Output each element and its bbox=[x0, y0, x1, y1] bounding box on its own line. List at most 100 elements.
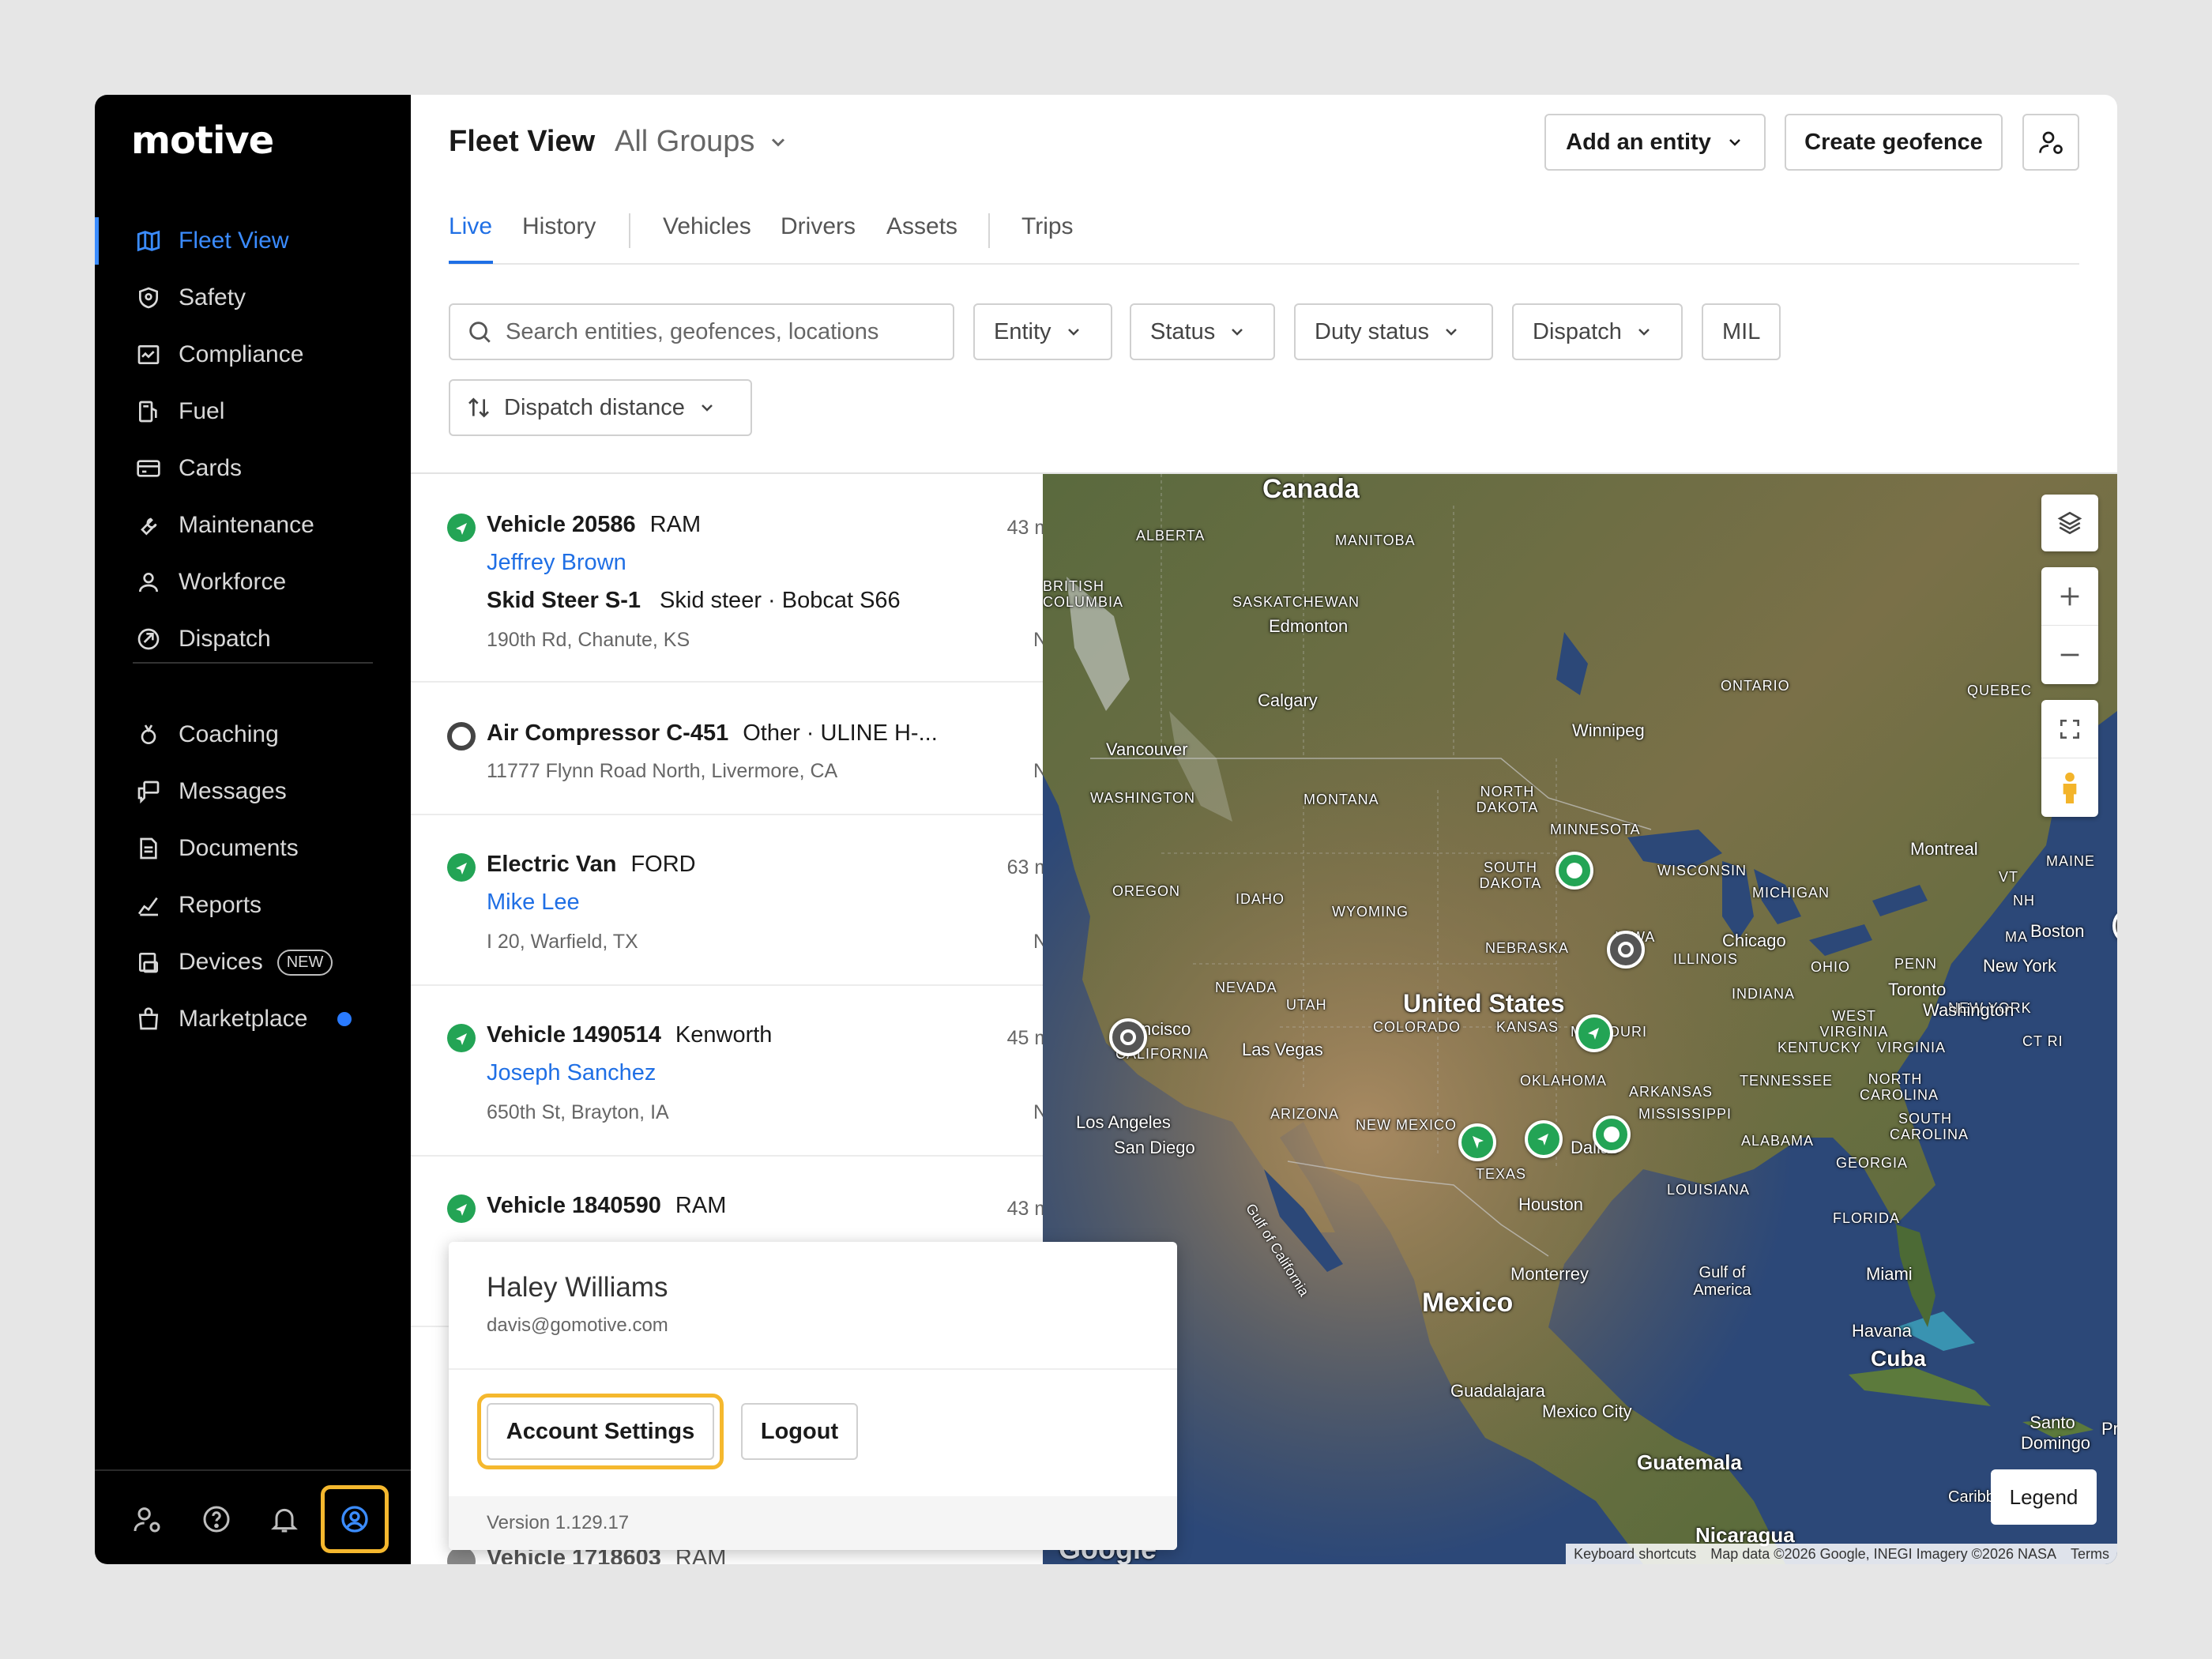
sidebar-item-maintenance[interactable]: Maintenance bbox=[95, 502, 411, 549]
entity-title: Electric Van FORD bbox=[487, 852, 696, 878]
moving-status-icon bbox=[447, 514, 476, 542]
list-item[interactable]: Air Compressor C-451 Other · ULINE H-... … bbox=[411, 683, 1122, 815]
list-item[interactable]: Electric Van FORD 63 mph Mike Lee I 20, W… bbox=[411, 815, 1122, 986]
sidebar-item-cards[interactable]: Cards bbox=[95, 445, 411, 492]
tab-history[interactable]: History bbox=[522, 213, 596, 240]
coaching-icon bbox=[133, 719, 164, 750]
tab-vehicles[interactable]: Vehicles bbox=[663, 213, 751, 240]
tab-trips[interactable]: Trips bbox=[1021, 213, 1074, 240]
sidebar-item-safety[interactable]: Safety bbox=[95, 274, 411, 322]
map-label: OREGON bbox=[1112, 883, 1181, 899]
vehicle-pin[interactable] bbox=[1525, 1120, 1563, 1158]
map-label: Gulf of America bbox=[1693, 1264, 1751, 1299]
list-item[interactable]: Vehicle 20586 RAM 43 mph Jeffrey Brown Sk… bbox=[411, 474, 1122, 683]
sidebar-item-label: Dispatch bbox=[179, 626, 271, 652]
entity-make: Kenworth bbox=[675, 1022, 773, 1048]
create-geofence-button[interactable]: Create geofence bbox=[1785, 114, 2003, 171]
sidebar-item-documents[interactable]: Documents bbox=[95, 825, 411, 872]
sidebar-item-label: Maintenance bbox=[179, 512, 314, 538]
new-badge: NEW bbox=[276, 949, 333, 976]
vehicle-pin[interactable] bbox=[1458, 1123, 1496, 1161]
map-label: ONTARIO bbox=[1721, 678, 1790, 694]
map-label: SASKATCHEWAN bbox=[1232, 594, 1360, 610]
dispatch-filter[interactable]: Dispatch bbox=[1512, 303, 1683, 360]
profile-icon[interactable] bbox=[321, 1485, 389, 1553]
layers-icon bbox=[2057, 511, 2082, 535]
driver-link[interactable]: Joseph Sanchez bbox=[487, 1060, 656, 1086]
sidebar-item-reports[interactable]: Reports bbox=[95, 882, 411, 929]
sidebar-item-label: Devices bbox=[179, 949, 263, 975]
entity-filter[interactable]: Entity bbox=[973, 303, 1112, 360]
tab-separator bbox=[629, 213, 630, 248]
map-layers-button[interactable] bbox=[2041, 495, 2098, 551]
pin-dot bbox=[1567, 863, 1582, 878]
logout-button[interactable]: Logout bbox=[741, 1403, 858, 1460]
sidebar-item-label: Workforce bbox=[179, 569, 287, 595]
asset-pin[interactable] bbox=[1607, 931, 1645, 969]
fullscreen-button[interactable] bbox=[2041, 700, 2098, 758]
dispatch-filter-label: Dispatch bbox=[1533, 318, 1622, 344]
status-filter[interactable]: Status bbox=[1130, 303, 1275, 360]
pin-dot bbox=[1618, 942, 1634, 957]
arrow-icon bbox=[1473, 1136, 1484, 1149]
map-label: PENN bbox=[1894, 956, 1938, 972]
sidebar-item-marketplace[interactable]: Marketplace bbox=[95, 995, 411, 1043]
terms-link[interactable]: Terms bbox=[2071, 1546, 2109, 1563]
dispatch-icon bbox=[133, 623, 164, 655]
notification-dot bbox=[337, 1012, 352, 1026]
asset-pin[interactable] bbox=[1109, 1018, 1147, 1056]
sidebar-item-fuel[interactable]: Fuel bbox=[95, 388, 411, 435]
sidebar-item-dispatch[interactable]: Dispatch bbox=[95, 615, 411, 663]
keyboard-shortcuts-link[interactable]: Keyboard shortcuts bbox=[1574, 1546, 1696, 1563]
sidebar-item-coaching[interactable]: Coaching bbox=[95, 711, 411, 758]
shopping-bag-icon bbox=[133, 1003, 164, 1035]
motive-logo: motive bbox=[131, 118, 274, 163]
moving-status-icon bbox=[447, 1194, 476, 1223]
vehicle-pin[interactable] bbox=[1556, 852, 1593, 890]
search-input[interactable]: Search entities, geofences, locations bbox=[449, 303, 954, 360]
map-label: Winnipeg bbox=[1572, 720, 1645, 740]
chevron-down-icon bbox=[1446, 329, 1457, 336]
profile-popup: Haley Williams davis@gomotive.com Accoun… bbox=[449, 1242, 1177, 1550]
map-label: MANITOBA bbox=[1335, 532, 1416, 548]
sort-dispatch-distance[interactable]: Dispatch distance bbox=[449, 379, 752, 436]
map-label: Monterrey bbox=[1510, 1264, 1589, 1284]
sidebar-item-workforce[interactable]: Workforce bbox=[95, 559, 411, 606]
vehicle-pin[interactable] bbox=[1593, 1115, 1631, 1153]
sidebar-item-devices[interactable]: Devices NEW bbox=[95, 939, 411, 986]
legend-button[interactable]: Legend bbox=[1991, 1469, 2097, 1525]
help-icon[interactable] bbox=[194, 1497, 239, 1541]
group-selector[interactable]: All Groups bbox=[615, 125, 789, 159]
bell-icon[interactable] bbox=[262, 1497, 307, 1541]
sidebar-item-compliance[interactable]: Compliance bbox=[95, 331, 411, 378]
account-settings-button[interactable]: Account Settings bbox=[487, 1403, 714, 1460]
map-label: MONTANA bbox=[1304, 792, 1379, 807]
street-view-button[interactable] bbox=[2041, 758, 2098, 817]
active-tab-indicator bbox=[449, 261, 493, 264]
add-entity-button[interactable]: Add an entity bbox=[1544, 114, 1766, 171]
map-label: Cuba bbox=[1871, 1346, 1926, 1371]
sidebar-item-label: Fleet View bbox=[179, 228, 289, 254]
driver-link[interactable]: Jeffrey Brown bbox=[487, 550, 626, 576]
user-settings-icon[interactable] bbox=[125, 1497, 169, 1541]
tab-drivers[interactable]: Drivers bbox=[781, 213, 856, 240]
zoom-out-button[interactable] bbox=[2041, 626, 2098, 684]
tab-live[interactable]: Live bbox=[449, 213, 492, 240]
vehicle-pin[interactable] bbox=[1575, 1014, 1613, 1052]
devices-icon bbox=[133, 946, 164, 978]
sidebar-item-fleet-view[interactable]: Fleet View bbox=[95, 217, 411, 265]
entity-title: Vehicle 1490514 Kenworth bbox=[487, 1022, 772, 1048]
entity-name: Vehicle 1490514 bbox=[487, 1022, 661, 1048]
tab-assets[interactable]: Assets bbox=[886, 213, 957, 240]
zoom-in-button[interactable] bbox=[2041, 567, 2098, 626]
sort-label: Dispatch distance bbox=[504, 394, 685, 420]
sidebar-item-messages[interactable]: Messages bbox=[95, 768, 411, 815]
map[interactable]: Canada ALBERTA MANITOBA BRITISH COLUMBIA… bbox=[1043, 474, 2117, 1564]
list-item[interactable]: Vehicle 1490514 Kenworth 45 mph Joseph Sa… bbox=[411, 986, 1122, 1157]
map-label: Mexico City bbox=[1542, 1401, 1632, 1421]
map-label: IDAHO bbox=[1236, 891, 1285, 907]
duty-status-filter[interactable]: Duty status bbox=[1294, 303, 1493, 360]
user-settings-button[interactable] bbox=[2022, 114, 2079, 171]
mil-filter[interactable]: MIL bbox=[1702, 303, 1781, 360]
driver-link[interactable]: Mike Lee bbox=[487, 890, 580, 916]
